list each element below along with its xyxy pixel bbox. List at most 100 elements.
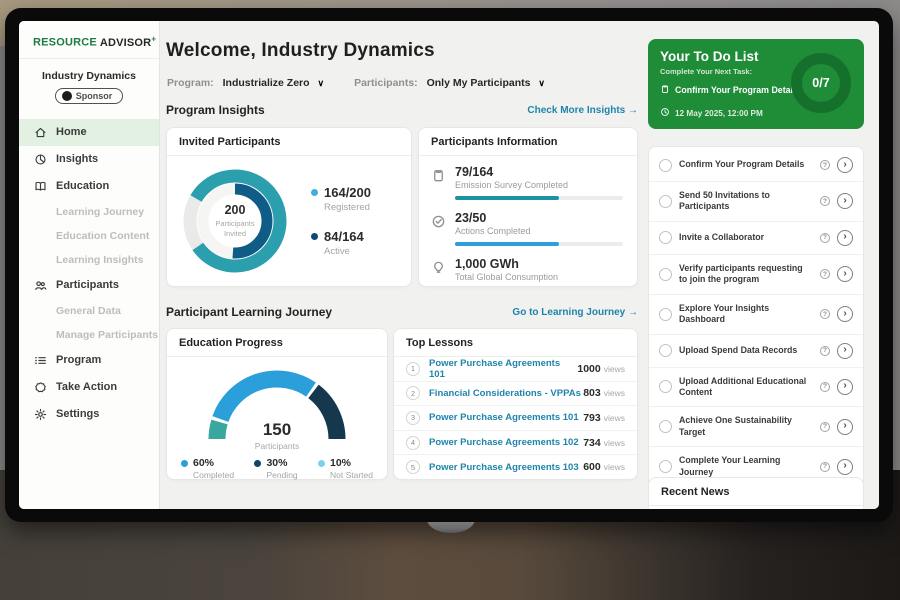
help-icon[interactable]: ? — [820, 346, 830, 356]
info-row-actions-completed: 23/50Actions Completed — [431, 211, 625, 246]
lesson-rank: 4 — [406, 436, 420, 450]
info-label: Actions Completed — [455, 226, 623, 236]
task-checkbox[interactable] — [659, 159, 672, 172]
program-filter[interactable]: Program: Industrialize Zero ∨ — [167, 77, 324, 89]
chevron-right-icon[interactable]: › — [837, 266, 853, 282]
task-checkbox[interactable] — [659, 344, 672, 357]
help-icon[interactable]: ? — [820, 309, 830, 319]
lesson-title-link[interactable]: Power Purchase Agreements 101 — [429, 358, 577, 380]
education-progress-card: Education Progress 150 Participants 60%C… — [166, 328, 388, 480]
settings-icon — [34, 408, 47, 421]
todo-task-upload-additional-educational-content[interactable]: Upload Additional Educational Content?› — [649, 368, 863, 408]
todo-task-verify-participants-requesting-to-join-the-program[interactable]: Verify participants requesting to join t… — [649, 255, 863, 295]
help-icon[interactable]: ? — [820, 196, 830, 206]
info-value: 79/164 — [455, 165, 623, 179]
invited-participants-card: Invited Participants 200 Participants In… — [166, 127, 412, 287]
sidebar-item-settings[interactable]: Settings — [19, 401, 159, 428]
task-label: Confirm Your Program Details — [679, 159, 813, 170]
info-value: 1,000 GWh — [455, 257, 558, 271]
task-checkbox[interactable] — [659, 268, 672, 281]
sidebar-item-general-data[interactable]: General Data — [19, 299, 159, 323]
sidebar-item-program[interactable]: Program — [19, 347, 159, 374]
info-row-emission-survey-completed: 79/164Emission Survey Completed — [431, 165, 625, 200]
chevron-right-icon[interactable]: › — [837, 459, 853, 475]
lesson-row[interactable]: 2Financial Considerations - VPPAs803view… — [394, 381, 637, 406]
chevron-right-icon[interactable]: › — [837, 230, 853, 246]
sponsor-icon — [62, 91, 72, 101]
lesson-title-link[interactable]: Financial Considerations - VPPAs — [429, 388, 583, 399]
todo-task-send-50-invitations-to-participants[interactable]: Send 50 Invitations to Participants?› — [649, 182, 863, 222]
chevron-right-icon[interactable]: › — [837, 157, 853, 173]
help-icon[interactable]: ? — [820, 462, 830, 472]
participants-filter[interactable]: Participants: Only My Participants ∨ — [354, 77, 545, 89]
sidebar-item-label: Education Content — [56, 230, 149, 242]
todo-task-achieve-one-sustainability-target[interactable]: Achieve One Sustainability Target?› — [649, 407, 863, 447]
lesson-title-link[interactable]: Power Purchase Agreements 101 — [429, 412, 583, 423]
task-label: Verify participants requesting to join t… — [679, 263, 813, 286]
clipboard-icon — [660, 81, 670, 99]
lesson-row[interactable]: 5Power Purchase Agreements 103600views — [394, 454, 637, 479]
todo-task-explore-your-insights-dashboard[interactable]: Explore Your Insights Dashboard?› — [649, 295, 863, 335]
chevron-right-icon[interactable]: › — [837, 419, 853, 435]
lesson-views: 1000 — [577, 363, 600, 375]
help-icon[interactable]: ? — [820, 160, 830, 170]
todo-progress-badge: 0/7 — [791, 53, 851, 113]
lesson-row[interactable]: 4Power Purchase Agreements 102734views — [394, 430, 637, 455]
sidebar-item-label: General Data — [56, 305, 121, 317]
progress-bar — [455, 196, 623, 200]
chevron-right-icon[interactable]: › — [837, 306, 853, 322]
sidebar-item-label: Insights — [56, 153, 98, 165]
task-checkbox[interactable] — [659, 420, 672, 433]
bulb-icon — [431, 260, 446, 275]
sidebar-item-take-action[interactable]: Take Action — [19, 374, 159, 401]
legend-dot — [254, 460, 261, 467]
task-label: Upload Spend Data Records — [679, 345, 813, 356]
sidebar-item-label: Education — [56, 180, 109, 192]
lesson-views-suffix: views — [604, 413, 625, 423]
todo-task-confirm-your-program-details[interactable]: Confirm Your Program Details? › — [649, 149, 863, 182]
sidebar-item-label: Program — [56, 354, 101, 366]
go-to-learning-journey-link[interactable]: Go to Learning Journey → — [512, 307, 638, 318]
sidebar-item-manage-participants[interactable]: Manage Participants — [19, 323, 159, 347]
sidebar-item-learning-insights[interactable]: Learning Insights — [19, 248, 159, 272]
task-checkbox[interactable] — [659, 195, 672, 208]
legend-item-completed: 60%Completed — [181, 457, 234, 480]
lesson-views: 600 — [583, 461, 601, 473]
sidebar-item-insights[interactable]: Insights — [19, 146, 159, 173]
sidebar-item-label: Settings — [56, 408, 99, 420]
lesson-row[interactable]: 1Power Purchase Agreements 1011000views — [394, 357, 637, 381]
sidebar-item-participants[interactable]: Participants — [19, 272, 159, 299]
help-icon[interactable]: ? — [820, 422, 830, 432]
help-icon[interactable]: ? — [820, 269, 830, 279]
clock-icon — [660, 104, 670, 122]
todo-task-upload-spend-data-records[interactable]: Upload Spend Data Records? › — [649, 335, 863, 368]
task-checkbox[interactable] — [659, 380, 672, 393]
sidebar-item-education[interactable]: Education — [19, 173, 159, 200]
sidebar-item-learning-journey[interactable]: Learning Journey — [19, 200, 159, 224]
chevron-right-icon[interactable]: › — [837, 193, 853, 209]
arrow-right-icon: → — [628, 105, 638, 116]
sidebar-item-education-content[interactable]: Education Content — [19, 224, 159, 248]
dashboard-screen: RESOURCE ADVISOR+ Industry Dynamics Spon… — [19, 21, 879, 509]
info-label: Emission Survey Completed — [455, 180, 623, 190]
task-checkbox[interactable] — [659, 231, 672, 244]
task-checkbox[interactable] — [659, 308, 672, 321]
help-icon[interactable]: ? — [820, 233, 830, 243]
lesson-row[interactable]: 3Power Purchase Agreements 101793views — [394, 405, 637, 430]
chevron-right-icon[interactable]: › — [837, 343, 853, 359]
lesson-title-link[interactable]: Power Purchase Agreements 103 — [429, 462, 583, 473]
todo-task-invite-a-collaborator[interactable]: Invite a Collaborator?› — [649, 222, 863, 255]
legend-item-registered: 164/200Registered — [311, 185, 371, 213]
card-title: Top Lessons — [394, 329, 637, 357]
lesson-title-link[interactable]: Power Purchase Agreements 102 — [429, 437, 583, 448]
legend-label: Completed — [193, 470, 234, 480]
legend-item-active: 84/164Active — [311, 229, 371, 257]
sidebar-item-home[interactable]: Home — [19, 119, 159, 146]
task-checkbox[interactable] — [659, 460, 672, 473]
sponsor-badge[interactable]: Sponsor — [55, 88, 124, 104]
help-icon[interactable]: ? — [820, 382, 830, 392]
chevron-right-icon[interactable]: › — [837, 379, 853, 395]
program-insights-title: Program Insights — [166, 103, 265, 117]
survey-icon — [431, 168, 446, 183]
check-more-insights-link[interactable]: Check More Insights → — [527, 105, 638, 116]
